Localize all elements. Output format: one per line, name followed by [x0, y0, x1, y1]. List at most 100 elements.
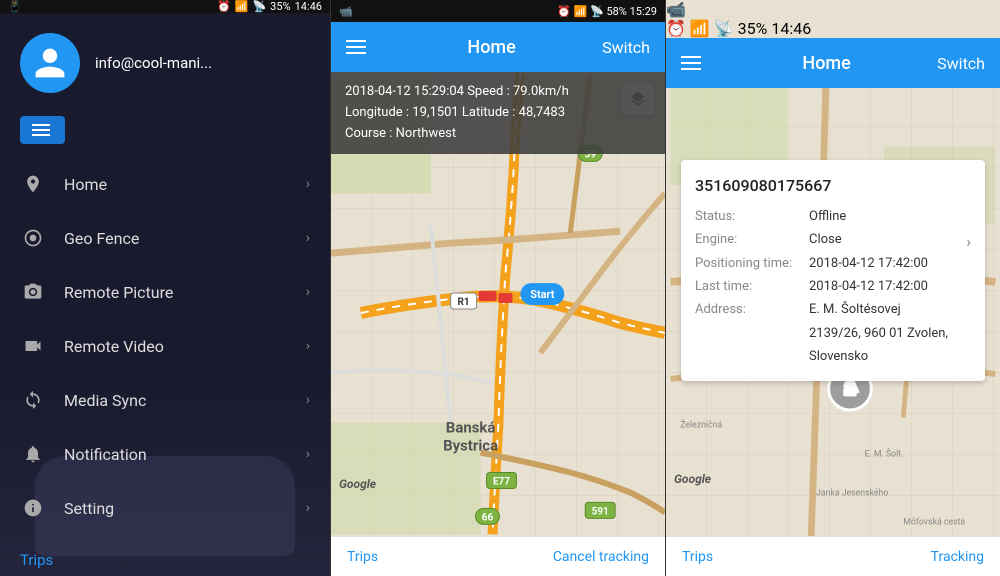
- status-value: Offline: [809, 205, 846, 228]
- svg-text:Janka Jesenského: Janka Jesenského: [816, 488, 888, 498]
- trips-link-3[interactable]: Trips: [682, 549, 713, 565]
- lasttime-label: Last time:: [695, 275, 805, 298]
- sidebar-item-remotepicture[interactable]: Remote Picture ›: [0, 265, 330, 319]
- vehicle-status-row: Status: Offline: [695, 205, 971, 228]
- wifi-icon-3: 📶: [690, 19, 710, 38]
- home-icon: [20, 171, 46, 197]
- svg-text:Móťovská cesta: Móťovská cesta: [903, 516, 965, 527]
- home-label: Home: [64, 175, 306, 194]
- time-3: 14:46: [771, 19, 811, 38]
- svg-text:66: 66: [482, 512, 494, 523]
- map-panel: 📹 ⏰ 📶 📡 58% 15:29 Home Switch: [330, 0, 665, 576]
- google-logo-2: Google: [339, 477, 376, 491]
- hamburger-menu-3[interactable]: [681, 56, 701, 70]
- app-header-2: Home Switch: [331, 22, 665, 72]
- battery-text-2: 58%: [606, 5, 626, 18]
- status-icons-3: ⏰ 📶 📡 35% 14:46: [666, 19, 1000, 38]
- app-header-3: Home Switch: [666, 38, 1000, 88]
- sidebar-panel: 📱 ⏰ 📶 📡 35% 14:46 info@cool-mani...: [0, 0, 330, 576]
- vehicle-id: 351609080175667: [695, 172, 971, 201]
- header-title-2: Home: [381, 37, 602, 58]
- notification-icon: [20, 441, 46, 467]
- vehicle-engine-row[interactable]: Engine: Close ›: [695, 228, 971, 251]
- svg-text:E. M. Šolt.: E. M. Šolt.: [865, 447, 904, 459]
- camera-icon: [20, 279, 46, 305]
- sidebar-trips-section: Trips: [0, 540, 330, 576]
- status-device-icon-3: 📹: [666, 0, 686, 19]
- map-footer-2: Trips Cancel tracking: [331, 536, 665, 576]
- engine-chevron-icon: ›: [966, 228, 971, 257]
- header-switch-2[interactable]: Switch: [602, 38, 650, 57]
- svg-text:Železničná: Železničná: [680, 418, 722, 430]
- trip-line3: Course : Northwest: [345, 124, 651, 145]
- mediasync-chevron: ›: [306, 392, 310, 408]
- vehicle-lasttime-row: Last time: 2018-04-12 17:42:00: [695, 275, 971, 298]
- setting-chevron: ›: [306, 500, 310, 516]
- status-icons-1: ⏰ 📶 📡 35% 14:46: [217, 0, 322, 13]
- notification-label: Notification: [64, 445, 306, 464]
- sidebar-item-geofence[interactable]: Geo Fence ›: [0, 211, 330, 265]
- tracking-footer: Trips Tracking: [666, 536, 1000, 576]
- status-device-icon-2: 📹: [339, 5, 353, 18]
- sidebar-item-mediasync[interactable]: Media Sync ›: [0, 373, 330, 427]
- sidebar-nav: Home › Geo Fence › Remote Picture › Remo…: [0, 152, 330, 540]
- status-bar-3: 📹 ⏰ 📶 📡 35% 14:46: [666, 0, 1000, 38]
- remotepicture-chevron: ›: [306, 284, 310, 300]
- time-2: 15:29: [630, 5, 657, 18]
- signal-icon-2: 📡: [590, 5, 604, 18]
- video-icon: [20, 333, 46, 359]
- notification-chevron: ›: [306, 446, 310, 462]
- trip-line2: Longitude : 19,1501 Latitude : 48,7483: [345, 103, 651, 124]
- alarm-icon-3: ⏰: [666, 19, 686, 38]
- status-bar-2: 📹 ⏰ 📶 📡 58% 15:29: [331, 0, 665, 22]
- remotevideo-chevron: ›: [306, 338, 310, 354]
- status-label: Status:: [695, 205, 805, 228]
- trip-info-overlay: 2018-04-12 15:29:04 Speed : 79.0km/h Lon…: [331, 72, 665, 154]
- geofence-chevron: ›: [306, 230, 310, 246]
- cancel-tracking-link[interactable]: Cancel tracking: [553, 549, 649, 565]
- mediasync-label: Media Sync: [64, 391, 306, 410]
- info-icon: [20, 495, 46, 521]
- tracking-panel: 📹 ⏰ 📶 📡 35% 14:46 Home Switch: [665, 0, 1000, 576]
- user-icon: [32, 45, 68, 81]
- tracking-link[interactable]: Tracking: [931, 549, 984, 565]
- signal-icon-3: 📡: [714, 19, 734, 38]
- header-switch-3[interactable]: Switch: [937, 54, 985, 73]
- trips-link-2[interactable]: Trips: [347, 549, 378, 565]
- sidebar-item-setting[interactable]: Setting ›: [0, 481, 330, 535]
- time-1: 14:46: [295, 0, 322, 13]
- sidebar-item-remotevideo[interactable]: Remote Video ›: [0, 319, 330, 373]
- vehicle-address-row: Address: E. M. Šoltésovej 2139/26, 960 0…: [695, 298, 971, 368]
- profile-email: info@cool-mani...: [95, 54, 212, 72]
- svg-text:Banská: Banská: [446, 419, 496, 437]
- lasttime-value: 2018-04-12 17:42:00: [809, 275, 928, 298]
- sidebar-item-notification[interactable]: Notification ›: [0, 427, 330, 481]
- svg-text:R1: R1: [458, 297, 470, 308]
- address-label: Address:: [695, 298, 805, 321]
- sidebar-menu-block[interactable]: [20, 116, 65, 144]
- setting-label: Setting: [64, 499, 306, 518]
- svg-text:591: 591: [592, 506, 609, 517]
- geofence-icon: [20, 225, 46, 251]
- status-device-icon: 📱: [8, 0, 22, 13]
- wifi-icon-2: 📶: [574, 5, 588, 18]
- status-bar-1: 📱 ⏰ 📶 📡 35% 14:46: [0, 0, 330, 13]
- avatar: [20, 33, 80, 93]
- battery-text-3: 35%: [738, 19, 768, 38]
- sidebar-profile: info@cool-mani...: [0, 13, 330, 108]
- engine-value: Close: [809, 228, 842, 251]
- remotepicture-label: Remote Picture: [64, 283, 306, 302]
- header-title-3: Home: [716, 53, 937, 74]
- svg-text:Start: Start: [530, 288, 555, 301]
- hamburger-icon: [32, 124, 50, 136]
- geofence-label: Geo Fence: [64, 229, 306, 248]
- hamburger-menu-2[interactable]: [346, 40, 366, 54]
- status-icons-2: ⏰ 📶 📡 58% 15:29: [557, 5, 657, 18]
- remotevideo-label: Remote Video: [64, 337, 306, 356]
- sidebar-trips-link[interactable]: Trips: [20, 551, 53, 569]
- engine-label: Engine:: [695, 228, 805, 251]
- tracking-map-area[interactable]: 5. mája nácká cesta J. Kučinky Železničn…: [666, 88, 1000, 536]
- svg-text:E77: E77: [493, 476, 510, 487]
- sidebar-item-home[interactable]: Home ›: [0, 157, 330, 211]
- signal-icon: 📡: [252, 0, 266, 13]
